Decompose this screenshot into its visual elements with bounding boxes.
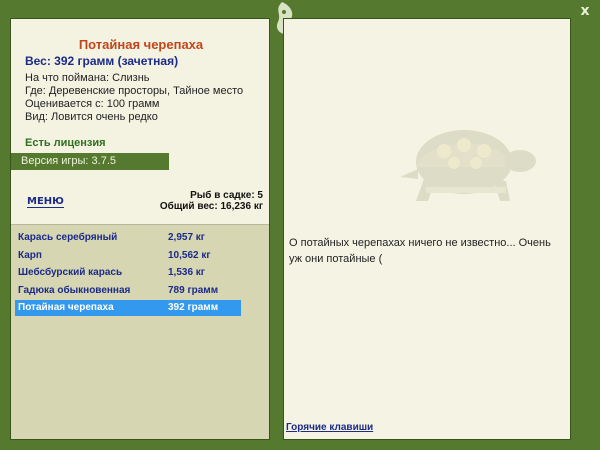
keepnet-count: Рыб в садке: 5	[190, 190, 263, 201]
catch-list-item[interactable]: Потайная черепаха 392 грамм	[15, 300, 241, 316]
value-text: Оценивается с: 100 грамм	[25, 98, 160, 110]
catch-item-weight: 392 грамм	[168, 302, 219, 313]
menu-button[interactable]: МЕНЮ	[27, 196, 64, 208]
catch-item-name: Карась серебряный	[18, 232, 118, 243]
license-status: Есть лицензия	[25, 137, 106, 149]
kind-text: Вид: Ловится очень редко	[25, 111, 158, 123]
catch-item-name: Потайная черепаха	[18, 302, 114, 313]
catch-list-item[interactable]: Шебсбурский карась 1,536 кг	[15, 265, 241, 281]
hotkeys-link[interactable]: Горячие клавиши	[286, 422, 373, 433]
catch-list-item[interactable]: Карась серебряный 2,957 кг	[15, 230, 241, 246]
catch-item-name: Гадюка обыкновенная	[18, 284, 131, 296]
keepnet-total-weight: Общий вес: 16,236 кг	[159, 201, 263, 212]
catch-list-item[interactable]: Гадюка обыкновенная 789 грамм	[15, 283, 241, 299]
catch-list-item[interactable]: Карп 10,562 кг	[15, 248, 241, 264]
catch-item-weight: 789 грамм	[168, 284, 219, 296]
catch-item-name: Карп	[18, 249, 42, 261]
fish-info-panel: О потайных черепахах ничего не известно.…	[283, 18, 571, 440]
bait-text: На что поймана: Слизнь	[25, 72, 150, 84]
fish-info-text: О потайных черепахах ничего не известно.…	[289, 237, 551, 265]
catch-item-weight: 10,562 кг	[168, 249, 211, 261]
fish-details-panel: Потайная черепаха Вес: 392 грамм (зачетн…	[10, 18, 270, 440]
catch-item-weight: 1,536 кг	[168, 267, 205, 278]
catch-item-weight: 2,957 кг	[168, 232, 205, 243]
catch-item-name: Шебсбурский карась	[18, 267, 123, 278]
catch-list: Карась серебряный 2,957 кг Карп 10,562 кг Ше…	[11, 224, 269, 439]
version-bar: Версия игры: 3.7.5	[11, 153, 169, 170]
turtle-watermark-icon	[400, 130, 536, 201]
fish-weight: Вес: 392 грамм (зачетная)	[25, 54, 179, 68]
game-window: x Потайная черепаха Вес: 392 грамм (заче…	[0, 0, 600, 450]
location-text: Где: Деревенские просторы, Тайное место	[25, 85, 244, 97]
close-button[interactable]: x	[578, 4, 592, 18]
fish-title: Потайная черепаха	[78, 37, 204, 52]
